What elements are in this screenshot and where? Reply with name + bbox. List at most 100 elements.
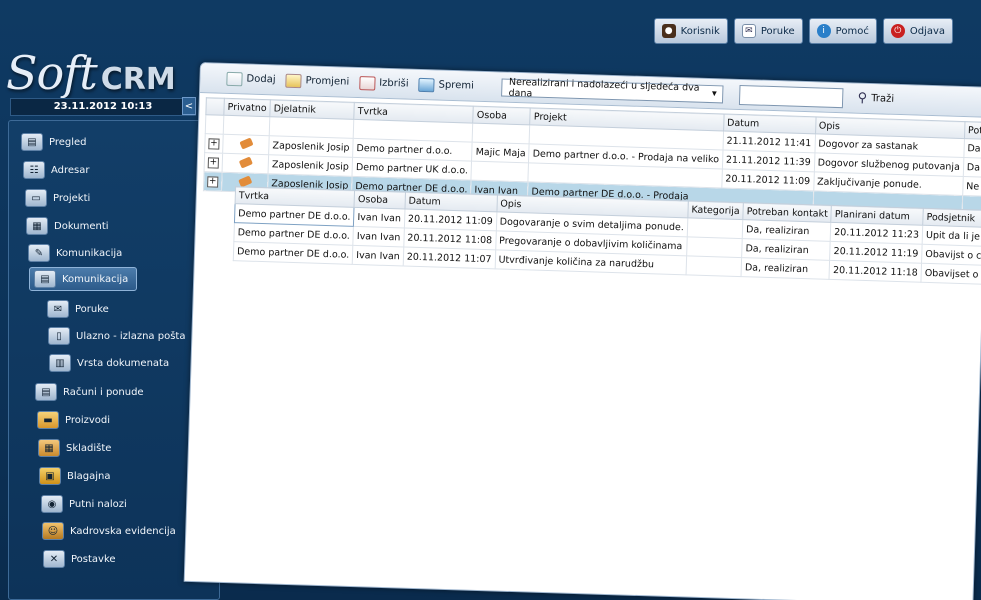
cell-privatno [222, 153, 269, 174]
expand-icon[interactable]: + [207, 176, 219, 188]
collapse-sidebar-button[interactable]: < [182, 97, 196, 115]
main-panel: Dodaj Promjeni Izbriši Spremi Nerealizir… [183, 62, 981, 600]
cell-potreban-kontakt: Da, realiziran [741, 257, 830, 280]
cell-potreban: Da [963, 157, 981, 179]
warehouse-icon: ▦ [38, 439, 60, 457]
cell-osoba: Ivan Ivan [353, 207, 405, 228]
sidebar-item-postavke[interactable]: ✕ Postavke [43, 550, 116, 568]
private-flag-icon [238, 155, 253, 169]
sidebar-item-label: Dokumenti [54, 220, 109, 232]
search-button-label: Traži [870, 93, 895, 105]
edit-button[interactable]: Promjeni [285, 73, 349, 89]
sidebar-item-adresar[interactable]: ☷ Adresar [23, 161, 90, 179]
search-input[interactable] [739, 84, 844, 108]
add-button[interactable]: Dodaj [226, 71, 276, 87]
column-header-kategorija[interactable]: Kategorija [687, 200, 744, 220]
sidebar-item-label: Poruke [75, 303, 109, 315]
sidebar-item-pregled[interactable]: ▤ Pregled [21, 133, 87, 151]
cell-osoba: Ivan Ivan [353, 226, 405, 247]
cell-datum: 20.11.2012 11:07 [403, 246, 496, 269]
user-button[interactable]: ● Korisnik [653, 18, 728, 44]
sidebar-item-poruke[interactable]: ✉ Poruke [47, 300, 109, 318]
sidebar-item-proizvodi[interactable]: ▬ Proizvodi [37, 411, 110, 429]
info-icon: i [816, 24, 831, 38]
private-flag-icon [238, 136, 254, 150]
cell-djelatnik: Zaposlenik Josip [268, 135, 354, 158]
sidebar-item-label: Računi i ponude [63, 386, 144, 398]
sidebar-item-label: Ulazno - izlazna pošta [76, 330, 186, 342]
sidebar-item-blagajna[interactable]: ▣ Blagajna [39, 467, 111, 485]
row-expander[interactable]: + [204, 152, 223, 173]
address-book-icon: ☷ [23, 161, 45, 179]
private-flag-icon [237, 174, 252, 188]
softcrm-logo: Soft CRM [6, 46, 176, 100]
documents-icon: ▦ [26, 217, 48, 235]
cell-djelatnik [269, 116, 354, 139]
column-header-osoba[interactable]: Osoba [473, 106, 531, 125]
document-type-icon: ▥ [49, 354, 71, 372]
cell-potreban: Ne [962, 176, 981, 198]
sidebar-item-kadrovska-evidencija[interactable]: ☺ Kadrovska evidencija [42, 522, 176, 540]
search-icon: ⚲ [857, 90, 868, 106]
cell-privatno [223, 115, 270, 136]
cell-tvrtka: Demo partner DE d.o.o. [233, 241, 354, 265]
overview-icon: ▤ [21, 133, 43, 151]
cell-planirani-datum: 20.11.2012 11:18 [829, 260, 922, 283]
cell-kategorija [687, 217, 743, 239]
sidebar-item-vrsta-dokumenata[interactable]: ▥ Vrsta dokumenata [49, 354, 169, 372]
sidebar-item-skladiste[interactable]: ▦ Skladište [38, 439, 111, 457]
cash-register-icon: ▣ [39, 467, 61, 485]
sidebar-item-label: Komunikacija [62, 273, 129, 285]
messages-button[interactable]: ✉ Poruke [733, 18, 803, 44]
add-button-label: Dodaj [246, 73, 276, 86]
expand-icon[interactable]: + [208, 138, 220, 150]
add-icon [226, 71, 243, 86]
sidebar-item-projekti[interactable]: ▭ Projekti [25, 189, 90, 207]
save-button-label: Spremi [438, 79, 474, 92]
cell-podsjetnik: Obavijset o dobavljivi [920, 263, 981, 286]
expand-icon[interactable]: + [207, 157, 220, 169]
filter-select[interactable]: Nerealizirani i nadolazeći u sljedeća dv… [501, 76, 724, 103]
sidebar-item-label: Pregled [49, 136, 87, 148]
sidebar-item-label: Putni nalozi [69, 498, 127, 510]
search-button[interactable]: ⚲ Traži [857, 91, 894, 107]
cell-djelatnik: Zaposlenik Josip [268, 154, 353, 177]
cell-osoba [471, 161, 529, 182]
help-button[interactable]: i Pomoć [808, 18, 877, 44]
hr-records-icon: ☺ [42, 522, 64, 540]
power-icon: ⏻ [890, 24, 905, 38]
projects-icon: ▭ [25, 189, 47, 207]
sidebar-item-komunikacija[interactable]: ✎ Komunikacija [28, 244, 122, 262]
cell-osoba [472, 123, 531, 144]
sidebar-item-label: Komunikacija [56, 247, 123, 259]
help-button-label: Pomoć [835, 25, 869, 37]
column-header-privatno[interactable]: Privatno [223, 98, 271, 117]
filter-select-value: Nerealizirani i nadolazeći u sljedeća dv… [508, 76, 700, 99]
travel-order-icon: ◉ [41, 495, 63, 513]
sidebar-item-putni-nalozi[interactable]: ◉ Putni nalozi [41, 495, 127, 513]
delete-icon [358, 75, 376, 91]
logout-button[interactable]: ⏻ Odjava [882, 18, 953, 44]
row-expander[interactable]: + [204, 133, 224, 154]
logout-button-label: Odjava [909, 25, 945, 37]
row-expander[interactable]: + [203, 171, 223, 192]
save-button[interactable]: Spremi [418, 77, 474, 93]
products-icon: ▬ [37, 411, 59, 429]
edit-icon [285, 73, 302, 88]
top-bar: ● Korisnik ✉ Poruke i Pomoć ⏻ Odjava [653, 18, 953, 44]
mail-io-icon: ▯ [48, 327, 70, 345]
sidebar-item-racuni-i-ponude[interactable]: ▤ Računi i ponude [35, 383, 144, 401]
sidebar-item-label: Kadrovska evidencija [70, 525, 176, 537]
cell-privatno [222, 134, 270, 155]
communication-sub-icon: ▤ [34, 270, 56, 288]
column-header-osoba[interactable]: Osoba [354, 190, 406, 210]
sidebar-item-dokumenti[interactable]: ▦ Dokumenti [26, 217, 109, 235]
delete-button-label: Izbriši [378, 77, 409, 90]
cell-osoba: Ivan Ivan [352, 245, 404, 266]
messages-button-label: Poruke [760, 25, 795, 37]
sidebar-item-komunikacija-sub[interactable]: ▤ Komunikacija [29, 267, 138, 291]
sidebar-item-ulazno-izlazna-posta[interactable]: ▯ Ulazno - izlazna pošta [48, 327, 185, 345]
user-button-label: Korisnik [680, 25, 720, 37]
save-icon [418, 77, 435, 92]
delete-button[interactable]: Izbriši [358, 75, 409, 92]
